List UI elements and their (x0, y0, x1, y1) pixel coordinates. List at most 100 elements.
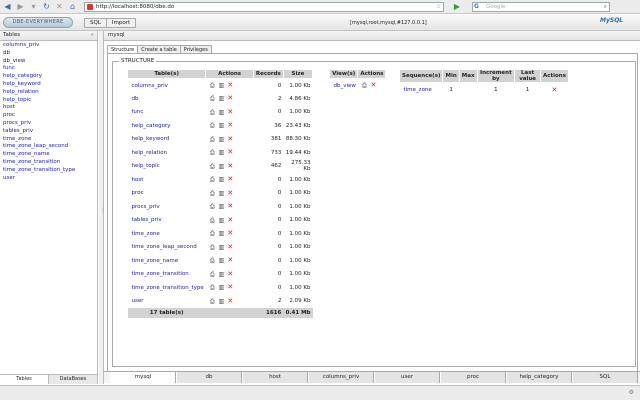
table-link[interactable]: procs_priv (3, 120, 94, 128)
bottom-tab-mysql[interactable]: mysql (110, 372, 176, 383)
properties-icon[interactable]: ⎙ (208, 149, 217, 157)
empty-table-icon[interactable]: ▥ (217, 82, 226, 89)
delete-icon[interactable]: ✕ (369, 81, 378, 89)
delete-icon[interactable]: ✕ (226, 297, 235, 305)
table-link[interactable]: help_relation (3, 89, 94, 97)
properties-icon[interactable]: ⎙ (208, 122, 217, 130)
empty-table-icon[interactable]: ▥ (217, 244, 226, 251)
table-link[interactable]: help_topic (3, 97, 94, 105)
table-link[interactable]: help_category (3, 73, 94, 81)
delete-icon[interactable]: ✕ (226, 121, 235, 129)
table-link[interactable]: user (3, 175, 94, 183)
empty-table-icon[interactable]: ▥ (217, 95, 226, 102)
table-name[interactable]: columns_priv (128, 79, 206, 93)
back-icon[interactable]: ◀ (2, 1, 13, 12)
table-name[interactable]: help_keyword (128, 133, 206, 147)
delete-icon[interactable]: ✕ (226, 270, 235, 278)
bottom-tab-host[interactable]: host (242, 372, 308, 383)
table-link[interactable]: db_view (3, 58, 94, 66)
table-link[interactable]: time_zone_name (3, 151, 94, 159)
delete-icon[interactable]: ✕ (226, 256, 235, 264)
forward-dropdown-icon[interactable]: ▾ (28, 1, 39, 12)
menu-import[interactable]: Import (105, 18, 137, 28)
table-name[interactable]: help_topic (128, 160, 206, 174)
home-icon[interactable]: ⌂ (67, 1, 78, 12)
empty-table-icon[interactable]: ▥ (217, 109, 226, 116)
bottom-tab-user[interactable]: user (374, 372, 440, 383)
delete-icon[interactable]: ✕ (226, 283, 235, 291)
delete-icon[interactable]: ✕ (226, 229, 235, 237)
bottom-tab-db[interactable]: db (176, 372, 242, 383)
empty-table-icon[interactable]: ▥ (217, 203, 226, 210)
delete-icon[interactable]: ✕ (226, 216, 235, 224)
bottom-tab-proc[interactable]: proc (440, 372, 506, 383)
delete-icon[interactable]: ✕ (550, 86, 559, 94)
table-link[interactable]: time_zone (3, 136, 94, 144)
empty-table-icon[interactable]: ▥ (217, 149, 226, 156)
properties-icon[interactable]: ⎙ (208, 284, 217, 292)
table-link[interactable]: func (3, 65, 94, 73)
table-link[interactable]: time_zone_transition_type (3, 167, 94, 175)
table-name[interactable]: proc (128, 187, 206, 201)
table-link[interactable]: proc (3, 112, 94, 120)
search-icon[interactable]: ⌕ (604, 3, 607, 11)
delete-icon[interactable]: ✕ (226, 148, 235, 156)
menu-sql[interactable]: SQL (84, 18, 107, 28)
stop-icon[interactable]: ✕ (54, 1, 65, 12)
empty-table-icon[interactable]: ▥ (217, 163, 226, 170)
bookmark-star-icon[interactable]: ☆ (436, 4, 441, 10)
table-name[interactable]: time_zone_name (128, 254, 206, 268)
empty-table-icon[interactable]: ▥ (217, 190, 226, 197)
tab-tables[interactable]: Tables (0, 375, 49, 384)
properties-icon[interactable]: ⎙ (208, 271, 217, 279)
table-name[interactable]: db (128, 92, 206, 106)
empty-table-icon[interactable]: ▥ (217, 122, 226, 129)
url-bar[interactable]: http://localhost:8080/dbe.do ☆ (84, 2, 444, 12)
empty-table-icon[interactable]: ▥ (217, 284, 226, 291)
properties-icon[interactable]: ⎙ (208, 190, 217, 198)
table-name[interactable]: time_zone_leap_second (128, 241, 206, 255)
table-link[interactable]: tables_priv (3, 128, 94, 136)
empty-table-icon[interactable]: ▥ (217, 176, 226, 183)
table-name[interactable]: time_zone_transition_type (128, 281, 206, 295)
table-name[interactable]: tables_priv (128, 214, 206, 228)
empty-table-icon[interactable]: ▥ (217, 257, 226, 264)
delete-icon[interactable]: ✕ (226, 175, 235, 183)
search-box[interactable]: G Google ⌕ (472, 2, 610, 12)
view-properties-icon[interactable]: ⎙ (360, 82, 369, 90)
properties-icon[interactable]: ⎙ (208, 298, 217, 306)
properties-icon[interactable]: ⎙ (208, 82, 217, 90)
reload-icon[interactable]: ↻ (41, 1, 52, 12)
bottom-tab-columns-priv[interactable]: columns_priv (308, 372, 374, 383)
table-link[interactable]: columns_priv (3, 42, 94, 50)
table-name[interactable]: user (128, 295, 206, 309)
properties-icon[interactable]: ⎙ (208, 203, 217, 211)
empty-table-icon[interactable]: ▥ (217, 298, 226, 305)
properties-icon[interactable]: ⎙ (208, 109, 217, 117)
forward-icon[interactable]: ▶ (15, 1, 26, 12)
delete-icon[interactable]: ✕ (226, 94, 235, 102)
tab-databases[interactable]: DataBases (49, 375, 98, 384)
properties-icon[interactable]: ⎙ (208, 244, 217, 252)
delete-icon[interactable]: ✕ (226, 162, 235, 170)
empty-table-icon[interactable]: ▥ (217, 217, 226, 224)
empty-table-icon[interactable]: ▥ (217, 136, 226, 143)
collapse-icon[interactable]: « (91, 31, 94, 40)
table-name[interactable]: help_category (128, 119, 206, 133)
table-name[interactable]: help_relation (128, 146, 206, 160)
properties-icon[interactable]: ⎙ (208, 163, 217, 171)
table-name[interactable]: time_zone (128, 227, 206, 241)
properties-icon[interactable]: ⎙ (208, 230, 217, 238)
properties-icon[interactable]: ⎙ (208, 136, 217, 144)
table-link[interactable]: host (3, 104, 94, 112)
delete-icon[interactable]: ✕ (226, 202, 235, 210)
bottom-tab-sql[interactable]: SQL (572, 372, 638, 383)
table-name[interactable]: procs_priv (128, 200, 206, 214)
properties-icon[interactable]: ⎙ (208, 176, 217, 184)
delete-icon[interactable]: ✕ (226, 243, 235, 251)
view-name[interactable]: db_view (330, 79, 358, 93)
table-link[interactable]: db (3, 50, 94, 58)
delete-icon[interactable]: ✕ (226, 135, 235, 143)
table-name[interactable]: func (128, 106, 206, 120)
properties-icon[interactable]: ⎙ (208, 217, 217, 225)
